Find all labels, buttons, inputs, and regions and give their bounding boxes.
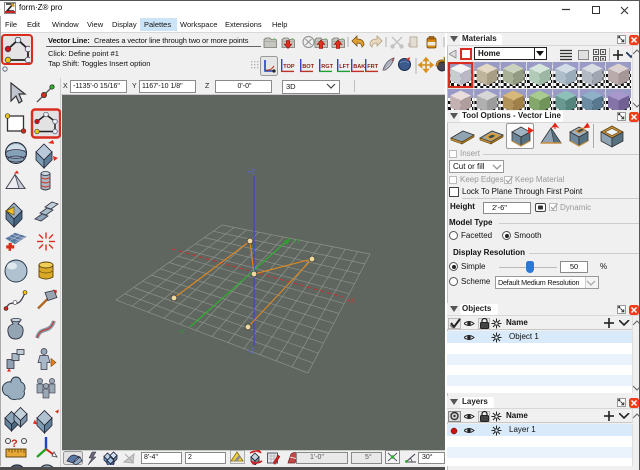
svg-text:-Z: -Z (248, 348, 255, 355)
svg-text:TOP: TOP (283, 64, 295, 70)
svg-text:BAK: BAK (353, 64, 365, 70)
svg-text:?: ? (11, 438, 18, 450)
svg-text:FRT: FRT (367, 64, 378, 70)
svg-text:+X: +X (346, 298, 355, 305)
svg-text:RGT: RGT (321, 64, 333, 70)
svg-text:-Y: -Y (178, 329, 185, 336)
svg-text:BOT: BOT (302, 64, 314, 70)
svg-text:LFT: LFT (339, 64, 350, 70)
svg-text:+Z: +Z (247, 169, 256, 176)
svg-text:+Y: +Y (292, 239, 301, 246)
